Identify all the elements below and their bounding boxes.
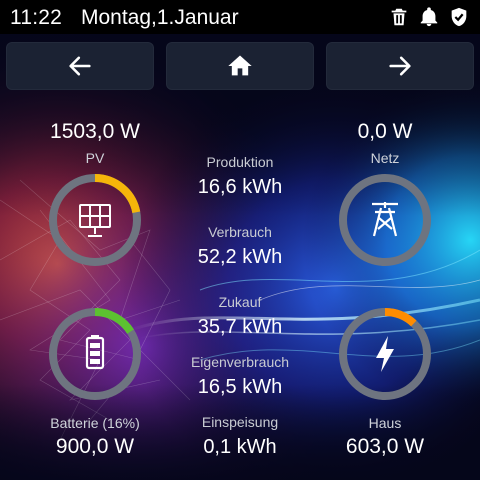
eigenverbrauch-label: Eigenverbrauch bbox=[190, 354, 290, 370]
netz-gauge[interactable] bbox=[337, 172, 433, 268]
netz-label: Netz bbox=[370, 150, 400, 166]
trash-icon[interactable] bbox=[388, 6, 410, 28]
bell-icon[interactable] bbox=[418, 6, 440, 28]
produktion-label: Produktion bbox=[206, 154, 274, 170]
date-label: Montag,1.Januar bbox=[81, 6, 239, 29]
haus-gauge[interactable] bbox=[337, 306, 433, 402]
arrow-right-icon bbox=[389, 56, 411, 76]
zukauf-value: 35,7 kWh bbox=[197, 316, 283, 338]
haus-power-value: 603,0 W bbox=[345, 435, 425, 458]
arrow-left-icon bbox=[69, 56, 91, 76]
batterie-power-value: 900,0 W bbox=[55, 435, 135, 458]
haus-label: Haus bbox=[368, 415, 402, 431]
home-icon bbox=[228, 55, 252, 76]
produktion-value: 16,6 kWh bbox=[197, 176, 283, 198]
netz-power-value: 0,0 W bbox=[357, 120, 413, 143]
battery-icon bbox=[85, 335, 105, 370]
batterie-gauge[interactable] bbox=[47, 306, 143, 402]
status-bar: 11:22 Montag,1.Januar bbox=[0, 0, 480, 34]
gauge-track bbox=[339, 174, 431, 266]
pv-label: PV bbox=[85, 150, 105, 166]
einspeisung-value: 0,1 kWh bbox=[203, 436, 277, 458]
shield-check-icon[interactable] bbox=[448, 6, 470, 28]
nav-back-button[interactable] bbox=[6, 42, 154, 90]
power-tower-icon bbox=[372, 202, 398, 237]
pv-power-value: 1503,0 W bbox=[50, 120, 140, 143]
lightning-icon bbox=[376, 336, 394, 372]
verbrauch-label: Verbrauch bbox=[208, 224, 272, 240]
zukauf-label: Zukauf bbox=[218, 294, 262, 310]
batterie-label: Batterie (16%) bbox=[50, 415, 140, 431]
einspeisung-label: Einspeisung bbox=[201, 414, 279, 430]
clock-time: 11:22 bbox=[10, 6, 62, 29]
pv-gauge[interactable] bbox=[47, 172, 143, 268]
nav-home-button[interactable] bbox=[166, 42, 314, 90]
solar-panel-icon bbox=[79, 204, 111, 237]
eigenverbrauch-value: 16,5 kWh bbox=[197, 376, 283, 398]
nav-forward-button[interactable] bbox=[326, 42, 474, 90]
verbrauch-value: 52,2 kWh bbox=[197, 246, 283, 268]
